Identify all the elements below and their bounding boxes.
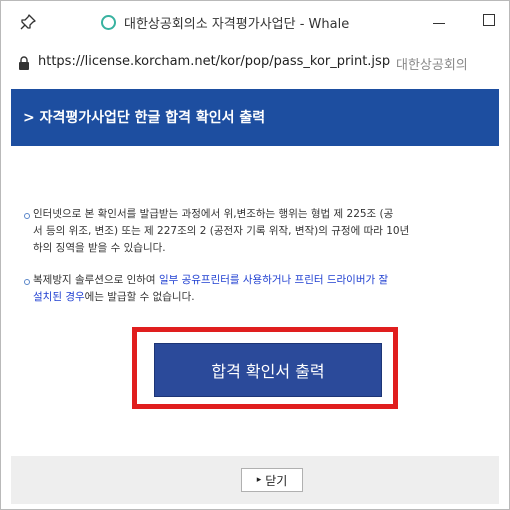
site-favicon-icon [101,14,116,30]
print-certificate-button[interactable]: 합격 확인서 출력 [154,343,382,397]
pin-icon[interactable] [19,13,37,31]
notice-text: 에는 발급할 수 없습니다. [84,291,195,303]
maximize-button[interactable] [479,11,499,31]
close-button-label: 닫기 [265,473,288,488]
close-button[interactable]: ▸ 닫기 [241,468,303,492]
site-name: 대한상공회의 [396,58,468,73]
browser-window: 대한상공회의소 자격평가사업단 - Whale https://license.… [0,0,510,510]
notice-highlight-text: 설치된 경우 [33,291,85,303]
notice-printer-warning: 복제방지 솔루션으로 인하여 일부 공유프린터를 사용하거나 프린터 드라이버가… [24,272,503,306]
window-title: 대한상공회의소 자격평가사업단 - Whale [101,13,350,32]
notice-forgery-warning: 인터넷으로 본 확인서를 발급받는 과정에서 위,변조하는 행위는 형법 제 2… [24,206,503,257]
url-text[interactable]: https://license.korcham.net/kor/pop/pass… [38,54,390,69]
notice-line: 복제방지 솔루션으로 인하여 일부 공유프린터를 사용하거나 프린터 드라이버가… [33,272,503,289]
footer-bar: ▸ 닫기 [11,456,499,504]
page-header: > 자격평가사업단 한글 합격 확인서 출력 [11,89,499,146]
notice-line: 인터넷으로 본 확인서를 발급받는 과정에서 위,변조하는 행위는 형법 제 2… [33,208,394,220]
title-bar: 대한상공회의소 자격평가사업단 - Whale [1,1,509,43]
window-title-text: 대한상공회의소 자격평가사업단 - Whale [124,16,350,32]
address-bar[interactable]: https://license.korcham.net/kor/pop/pass… [1,43,509,83]
arrow-right-icon: ▸ [256,475,262,485]
bullet-icon [24,213,30,219]
page-title: > 자격평가사업단 한글 합격 확인서 출력 [23,110,266,126]
notice-highlight-text: 일부 공유프린터를 사용하거나 프린터 드라이버가 잘 [158,274,389,286]
notice-line: 서 등의 위조, 변조) 또는 제 227조의 2 (공전자 기록 위작, 변작… [33,225,410,237]
bullet-icon [24,279,30,285]
minimize-button[interactable] [429,11,449,31]
lock-icon [19,56,29,70]
notice-line: 설치된 경우에는 발급할 수 없습니다. [33,289,503,306]
notice-text: 복제방지 솔루션으로 인하여 [33,274,159,286]
notice-line: 하의 징역을 받을 수 있습니다. [33,242,166,254]
